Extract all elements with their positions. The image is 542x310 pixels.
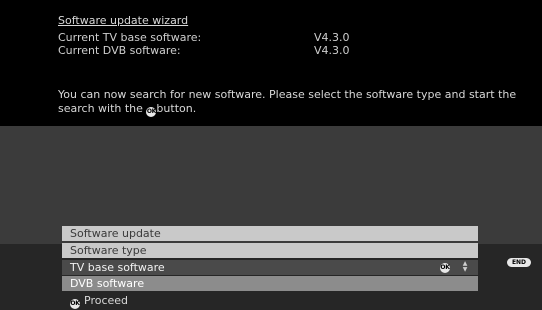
dvb-software-label: Current DVB software:: [58, 44, 181, 57]
dvb-software-row: Current DVB software: V4.3.0: [58, 44, 350, 57]
instruction-message: You can now search for new software. Ple…: [58, 88, 518, 117]
ok-button-icon: OK: [146, 107, 157, 117]
software-type-label: Software type: [62, 243, 478, 258]
end-button-icon[interactable]: END: [507, 258, 531, 267]
dvb-software-version: V4.3.0: [314, 44, 350, 57]
tv-software-label: Current TV base software:: [58, 31, 202, 44]
up-down-arrows-icon: ▲ ▼: [462, 260, 468, 273]
tv-software-row: Current TV base software: V4.3.0: [58, 31, 350, 44]
software-type-option-dvb[interactable]: DVB software: [62, 276, 478, 291]
instruction-text-2: button.: [156, 102, 197, 115]
ok-button-icon: OK: [70, 299, 80, 309]
menu-title-software-update: Software update: [62, 226, 478, 241]
software-type-selector[interactable]: TV base software OK ▲ ▼: [62, 260, 478, 275]
ok-button-icon: OK: [440, 263, 450, 273]
wizard-title: Software update wizard: [58, 14, 189, 27]
proceed-button[interactable]: OK Proceed: [70, 294, 128, 309]
software-type-selected-value: TV base software: [70, 261, 165, 274]
proceed-label: Proceed: [84, 294, 129, 307]
instruction-text-1: You can now search for new software. Ple…: [58, 88, 517, 115]
tv-software-version: V4.3.0: [314, 31, 350, 44]
